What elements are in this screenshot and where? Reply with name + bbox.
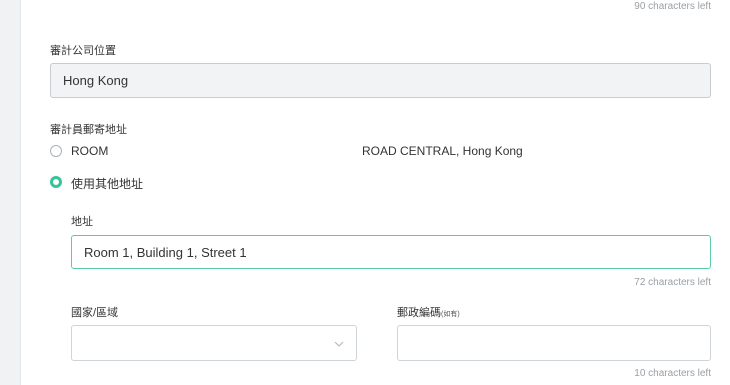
- radio-option-other-address[interactable]: 使用其他地址: [49, 172, 349, 192]
- country-select[interactable]: [71, 325, 357, 361]
- radio-room[interactable]: [50, 145, 62, 157]
- radio-other-address[interactable]: [50, 176, 62, 188]
- address-character-count: 72 characters left: [634, 277, 711, 288]
- postcode-input[interactable]: [397, 325, 711, 361]
- postcode-label-suffix: (如有): [441, 311, 460, 318]
- company-location-value: Hong Kong: [63, 73, 129, 88]
- postcode-label-text: 郵政編碼: [397, 307, 441, 319]
- top-character-count: 90 characters left: [634, 1, 711, 12]
- radio-room-address: ROAD CENTRAL, Hong Kong: [362, 144, 523, 158]
- form-card: 90 characters left 審計公司位置 Hong Kong 審計員郵…: [20, 0, 730, 385]
- chevron-down-icon: [334, 341, 344, 347]
- address-value: Room 1, Building 1, Street 1: [84, 244, 247, 260]
- auditor-address-label: 審計員郵寄地址: [50, 124, 127, 136]
- company-location-field: Hong Kong: [50, 63, 711, 98]
- radio-room-label: ROOM: [71, 144, 109, 158]
- radio-other-address-label: 使用其他地址: [71, 177, 144, 191]
- country-label: 國家/區域: [71, 307, 119, 319]
- radio-option-room[interactable]: ROOM ROAD CENTRAL, Hong Kong: [49, 141, 729, 161]
- company-location-label: 審計公司位置: [50, 45, 116, 57]
- postcode-character-count: 10 characters left: [634, 368, 711, 379]
- address-input[interactable]: Room 1, Building 1, Street 1: [71, 235, 711, 269]
- postcode-label: 郵政編碼(如有): [397, 304, 460, 320]
- address-label: 地址: [71, 216, 93, 228]
